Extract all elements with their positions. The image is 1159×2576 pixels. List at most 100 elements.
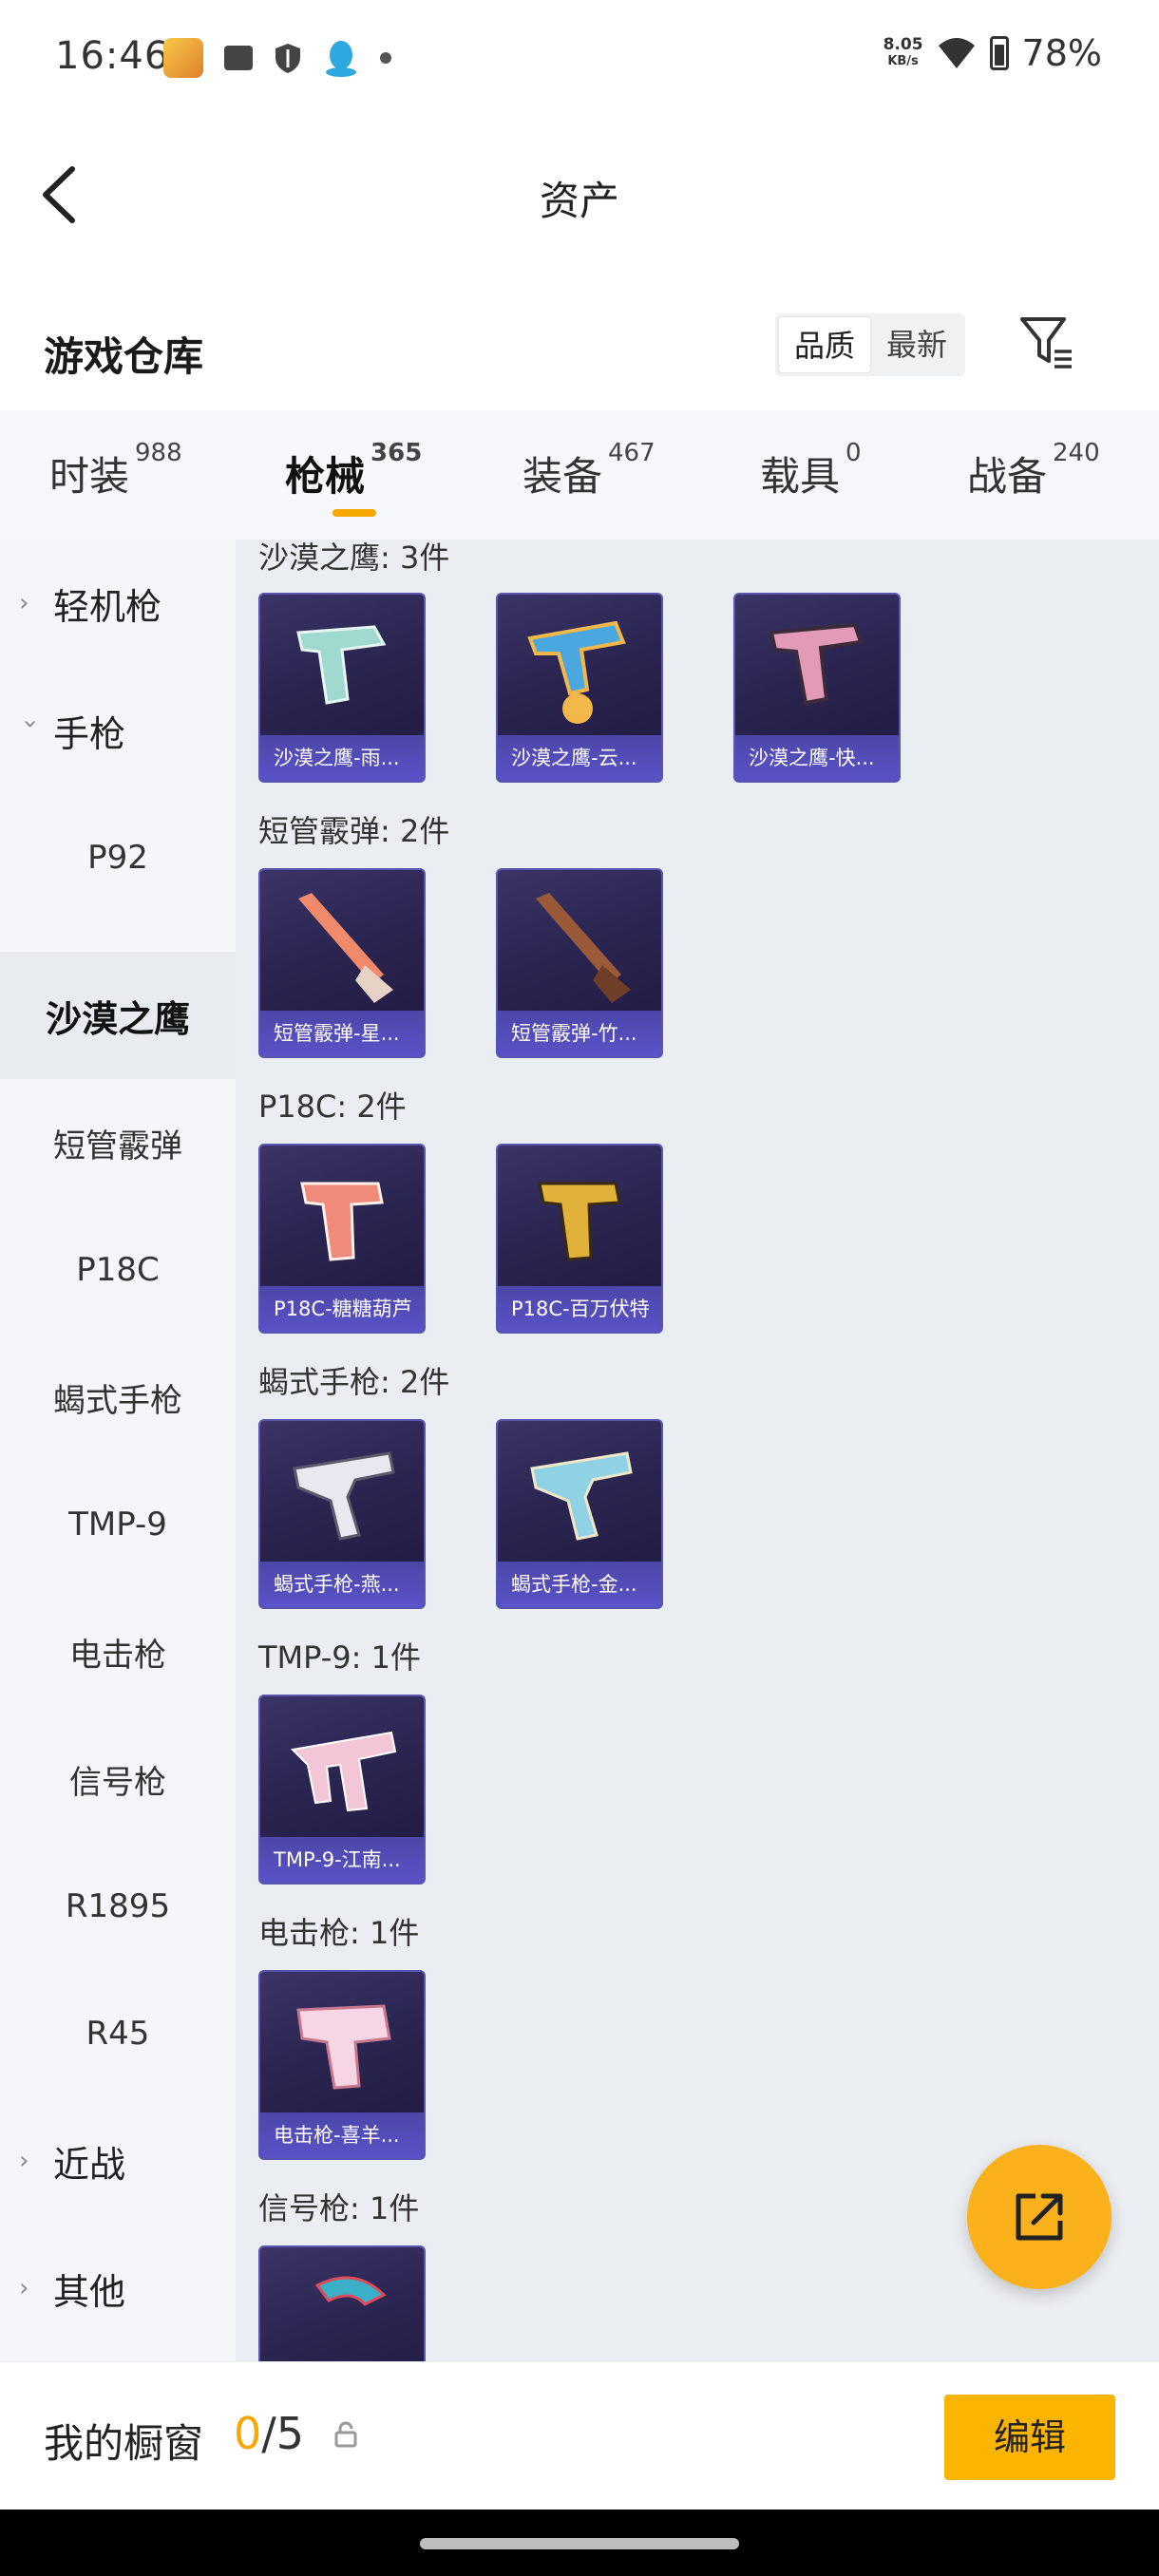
active-tab-indicator bbox=[332, 509, 376, 517]
status-time: 16:46 bbox=[55, 34, 170, 78]
tab-vehicles[interactable]: 载具 0 bbox=[760, 439, 862, 502]
mail-icon bbox=[224, 46, 253, 70]
sidebar-item-pistol[interactable]: › 手枪 bbox=[0, 667, 236, 794]
item-card[interactable]: 短管霰弹-竹... bbox=[496, 868, 663, 1058]
tab-label: 战备 bbox=[967, 453, 1048, 500]
sidebar-item-tmp9[interactable]: TMP-9 bbox=[0, 1461, 236, 1588]
desert-eagle-skin-image bbox=[527, 620, 626, 724]
shotgun-skin-image bbox=[298, 893, 393, 1003]
sidebar-item-short-shotgun[interactable]: 短管霰弹 bbox=[0, 1079, 236, 1206]
item-name: P18C-糖糖葫芦 bbox=[260, 1286, 424, 1332]
item-card[interactable]: 短管霰弹-星... bbox=[258, 868, 426, 1058]
shotgun-skin-image bbox=[536, 893, 631, 1003]
item-card[interactable]: P18C-百万伏特 bbox=[496, 1144, 663, 1334]
sidebar-item-p92[interactable]: P92 bbox=[0, 794, 236, 921]
battery-icon bbox=[989, 36, 1009, 70]
system-nav-bar bbox=[0, 2510, 1159, 2576]
game-app-icon bbox=[163, 38, 203, 78]
item-card[interactable] bbox=[258, 2245, 426, 2361]
showcase-count: 0/5 bbox=[234, 2408, 304, 2459]
item-card[interactable]: 电击枪-喜羊... bbox=[258, 1970, 426, 2160]
speed-value: 8.05 bbox=[883, 35, 923, 54]
item-card[interactable]: 蝎式手枪-燕... bbox=[258, 1419, 426, 1609]
item-name: 蝎式手枪-燕... bbox=[260, 1562, 424, 1607]
sidebar-item-skorpion[interactable]: 蝎式手枪 bbox=[0, 1334, 236, 1461]
tab-label: 枪械 bbox=[285, 453, 366, 500]
p18c-skin-image bbox=[538, 1182, 621, 1261]
edit-button[interactable]: 编辑 bbox=[944, 2395, 1115, 2480]
sidebar-item-desert-eagle[interactable]: 沙漠之鹰 bbox=[0, 952, 236, 1079]
sort-toggle: 品质 最新 bbox=[775, 313, 966, 376]
p18c-skin-image bbox=[300, 1182, 384, 1261]
sidebar-item-label: 手枪 bbox=[53, 712, 126, 755]
item-card[interactable]: TMP-9-江南... bbox=[258, 1695, 426, 1885]
stun-gun-skin-image bbox=[296, 2004, 391, 2090]
item-name: P18C-百万伏特 bbox=[498, 1286, 661, 1332]
sidebar-item-flare-gun[interactable]: 信号枪 bbox=[0, 1715, 236, 1843]
chevron-right-icon: › bbox=[19, 2147, 29, 2175]
showcase-bar: 我的橱窗 0/5 编辑 bbox=[0, 2361, 1159, 2510]
item-card[interactable]: 沙漠之鹰-快... bbox=[733, 593, 901, 783]
item-name: TMP-9-江南... bbox=[260, 1837, 424, 1883]
chevron-right-icon: › bbox=[19, 2274, 29, 2302]
sidebar-item-p18c[interactable]: P18C bbox=[0, 1206, 236, 1334]
tab-label: 装备 bbox=[522, 453, 603, 500]
share-icon bbox=[1016, 2193, 1063, 2241]
item-name: 沙漠之鹰-云... bbox=[498, 735, 661, 781]
speed-unit: KB/s bbox=[887, 54, 919, 68]
item-name: 电击枪-喜羊... bbox=[260, 2112, 424, 2158]
showcase-total: /5 bbox=[261, 2408, 305, 2459]
tmp9-skin-image bbox=[290, 1731, 397, 1812]
sidebar-item-other[interactable]: › 其他 bbox=[0, 2225, 236, 2352]
section-title: 短管霰弹: 2件 bbox=[258, 813, 450, 849]
sidebar-item-stun-gun[interactable]: 电击枪 bbox=[0, 1588, 236, 1715]
item-card[interactable]: P18C-糖糖葫芦 bbox=[258, 1144, 426, 1334]
category-tabs: 时装 988 枪械 365 装备 467 载具 0 战备 240 bbox=[0, 410, 1159, 540]
tab-firearms[interactable]: 枪械 365 bbox=[285, 439, 422, 502]
sort-quality-button[interactable]: 品质 bbox=[778, 316, 872, 373]
sidebar-item-label: 其他 bbox=[53, 2270, 126, 2313]
item-name: 短管霰弹-星... bbox=[260, 1011, 424, 1056]
tab-supplies[interactable]: 战备 240 bbox=[967, 439, 1100, 502]
filter-icon[interactable] bbox=[1018, 313, 1075, 372]
tab-count: 467 bbox=[608, 439, 656, 467]
sort-newest-button[interactable]: 最新 bbox=[871, 316, 962, 373]
desert-eagle-skin-image bbox=[769, 622, 864, 706]
tab-label: 载具 bbox=[760, 453, 841, 500]
system-icons: 8.05 KB/s 78% bbox=[884, 32, 1102, 74]
network-speed: 8.05 KB/s bbox=[884, 36, 923, 70]
showcase-label: 我的橱窗 bbox=[44, 2420, 204, 2467]
item-name: 沙漠之鹰-雨... bbox=[260, 735, 424, 781]
page-header: 资产 bbox=[0, 118, 1159, 270]
item-card[interactable]: 沙漠之鹰-雨... bbox=[258, 593, 426, 783]
shield-icon bbox=[276, 44, 300, 73]
wifi-icon bbox=[938, 38, 975, 68]
chevron-down-icon: › bbox=[16, 719, 45, 729]
tab-fashion[interactable]: 时装 988 bbox=[49, 439, 182, 502]
item-name: 短管霰弹-竹... bbox=[498, 1011, 661, 1056]
sidebar-item-label: 近战 bbox=[53, 2143, 126, 2186]
desert-eagle-skin-image bbox=[296, 625, 387, 705]
sidebar-item-label: 轻机枪 bbox=[53, 585, 162, 628]
item-card[interactable]: 蝎式手枪-金... bbox=[496, 1419, 663, 1609]
item-name: 沙漠之鹰-快... bbox=[735, 735, 899, 781]
flare-gun-skin-image bbox=[314, 2276, 387, 2306]
status-bar: 16:46 8.05 KB/s 78% bbox=[0, 0, 1159, 118]
notification-icons bbox=[163, 38, 391, 78]
home-gesture-bar[interactable] bbox=[420, 2538, 739, 2549]
sidebar-item-r1895[interactable]: R1895 bbox=[0, 1843, 236, 1970]
showcase-current: 0 bbox=[234, 2408, 262, 2459]
sidebar-item-r45[interactable]: R45 bbox=[0, 1970, 236, 2097]
chevron-right-icon: › bbox=[19, 589, 29, 617]
tab-count: 365 bbox=[370, 439, 423, 467]
tab-count: 0 bbox=[846, 439, 862, 467]
section-title: TMP-9: 1件 bbox=[258, 1639, 421, 1676]
item-card[interactable]: 沙漠之鹰-云... bbox=[496, 593, 663, 783]
page-title: 资产 bbox=[539, 178, 619, 224]
sidebar-item-melee[interactable]: › 近战 bbox=[0, 2097, 236, 2225]
tab-equipment[interactable]: 装备 467 bbox=[522, 439, 656, 502]
section-title: P18C: 2件 bbox=[258, 1089, 407, 1125]
sidebar-item-lmg[interactable]: › 轻机枪 bbox=[0, 540, 236, 667]
share-button[interactable] bbox=[967, 2145, 1112, 2289]
section-title: 沙漠之鹰: 3件 bbox=[258, 540, 450, 576]
